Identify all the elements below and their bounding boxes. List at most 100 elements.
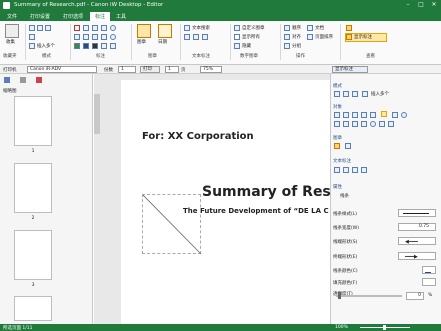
stamp-icon[interactable] (137, 24, 151, 38)
highlight-text-icon[interactable] (361, 167, 367, 173)
separator (280, 24, 281, 60)
line-icon[interactable] (83, 25, 89, 31)
menu-print-settings[interactable]: 打印设置 (25, 12, 55, 21)
line-annotation-selection[interactable] (142, 194, 202, 255)
arrow-icon[interactable] (92, 25, 98, 31)
page-thumbnail[interactable] (14, 230, 52, 280)
date-stamp-icon[interactable] (345, 143, 351, 149)
annotation-tab-icon[interactable] (36, 77, 42, 83)
show-annotation-panel-button[interactable]: 显示标注 (332, 66, 368, 73)
fill-color-label: 填充颜色(F) (333, 281, 358, 286)
line-tool-icon[interactable] (381, 111, 387, 117)
opacity-slider-handle[interactable] (338, 292, 341, 299)
underline-icon[interactable] (193, 34, 199, 40)
underline-icon[interactable] (343, 167, 349, 173)
pencil-icon[interactable] (334, 121, 340, 127)
text-note-icon[interactable] (184, 34, 190, 40)
zoom-slider-handle[interactable] (383, 325, 386, 330)
menu-file[interactable]: 文件 (2, 12, 22, 21)
opacity-icon[interactable] (110, 43, 116, 49)
line-end-select[interactable]: ━━━▶ (398, 252, 436, 260)
group-icon[interactable] (284, 43, 290, 49)
page-thumbnail[interactable] (14, 96, 52, 146)
zoom-icon[interactable] (45, 25, 51, 31)
snapshot-icon[interactable] (29, 34, 35, 40)
color-icon[interactable] (74, 43, 80, 49)
insert-multi-icon[interactable] (29, 43, 35, 49)
strikethrough-icon[interactable] (202, 34, 208, 40)
rectangle-icon[interactable] (101, 25, 107, 31)
page-thumbnail[interactable] (14, 296, 52, 321)
pencil-icon[interactable] (83, 34, 89, 40)
maximize-button[interactable]: □ (415, 1, 427, 9)
minimize-button[interactable]: – (402, 1, 414, 9)
menu-print-options[interactable]: 打印选项 (58, 12, 88, 21)
line-color-icon[interactable] (83, 43, 89, 49)
page-order-icon[interactable] (307, 34, 313, 40)
align-icon[interactable] (284, 34, 290, 40)
opacity-input[interactable]: 0 (406, 292, 424, 300)
highlighter-icon[interactable] (352, 121, 358, 127)
fill-color-picker[interactable] (422, 278, 436, 286)
page-thumbnail[interactable] (14, 163, 52, 213)
select-icon[interactable] (29, 25, 35, 31)
zoom-icon[interactable] (352, 91, 358, 97)
strikethrough-icon[interactable] (352, 167, 358, 173)
close-button[interactable]: ✕ (428, 1, 440, 9)
insert-multi-icon[interactable] (362, 91, 368, 97)
rect-fill-icon[interactable] (101, 34, 107, 40)
polygon-fill-icon[interactable] (379, 121, 385, 127)
fill-color-icon[interactable] (101, 43, 107, 49)
text-search-icon[interactable] (184, 25, 190, 31)
rect-fill-icon[interactable] (361, 121, 367, 127)
line-tab[interactable]: 线条 (340, 193, 349, 199)
print-button[interactable]: 打印 (140, 66, 160, 73)
ellipse-fill-icon[interactable] (110, 34, 116, 40)
note-icon[interactable] (343, 112, 349, 118)
document-page[interactable]: For: XX Corporation Summary of Rese The … (121, 80, 340, 324)
page-input[interactable]: 1 (165, 66, 179, 73)
line-style-select[interactable] (398, 209, 436, 217)
hand-icon[interactable] (37, 25, 43, 31)
stamp-icon[interactable] (334, 143, 340, 149)
line-width-icon[interactable] (92, 43, 98, 49)
menu-tools[interactable]: 工具 (111, 12, 131, 21)
opacity-slider[interactable] (336, 295, 402, 297)
text-box-icon[interactable] (334, 112, 340, 118)
thumbnail-tab-icon[interactable] (4, 77, 10, 83)
hide-label: 隐藏 (242, 44, 251, 49)
star-icon[interactable] (5, 24, 19, 38)
curve-icon[interactable] (370, 112, 376, 118)
cloud-icon[interactable] (388, 121, 394, 127)
line-start-select[interactable]: ◀━━━ (398, 237, 436, 245)
page-info: 所选页面 1/11 (3, 326, 33, 331)
line-width-input[interactable]: 0.75 (398, 223, 436, 231)
rectangle-icon[interactable] (392, 112, 398, 118)
view-icon[interactable] (346, 25, 352, 31)
text-note-icon[interactable] (334, 167, 340, 173)
hand-icon[interactable] (343, 91, 349, 97)
polygon-icon[interactable] (361, 112, 367, 118)
zoom-select[interactable]: 75% (200, 66, 222, 73)
line-color-picker[interactable] (422, 266, 436, 274)
hide-icon[interactable] (234, 43, 240, 49)
polygon-icon[interactable] (74, 34, 80, 40)
text-box-icon[interactable] (74, 25, 80, 31)
custom-stamp-icon[interactable] (234, 25, 240, 31)
show-all-checkbox[interactable] (234, 34, 240, 40)
circle-icon[interactable] (401, 112, 407, 118)
highlighter-icon[interactable] (92, 34, 98, 40)
eraser-icon[interactable] (343, 121, 349, 127)
vertical-scrollbar[interactable] (94, 94, 100, 134)
circle-icon[interactable] (110, 25, 116, 31)
select-icon[interactable] (334, 91, 340, 97)
document-icon[interactable] (307, 25, 313, 31)
printer-select[interactable]: Canon iR-ADV (27, 66, 97, 73)
ellipse-fill-icon[interactable] (370, 121, 376, 127)
menu-annotation[interactable]: 标注 (90, 12, 111, 21)
link-icon[interactable] (352, 112, 358, 118)
order-icon[interactable] (284, 25, 290, 31)
date-stamp-icon[interactable] (158, 24, 172, 38)
copies-input[interactable]: 1 (118, 66, 136, 73)
bookmark-tab-icon[interactable] (20, 77, 26, 83)
